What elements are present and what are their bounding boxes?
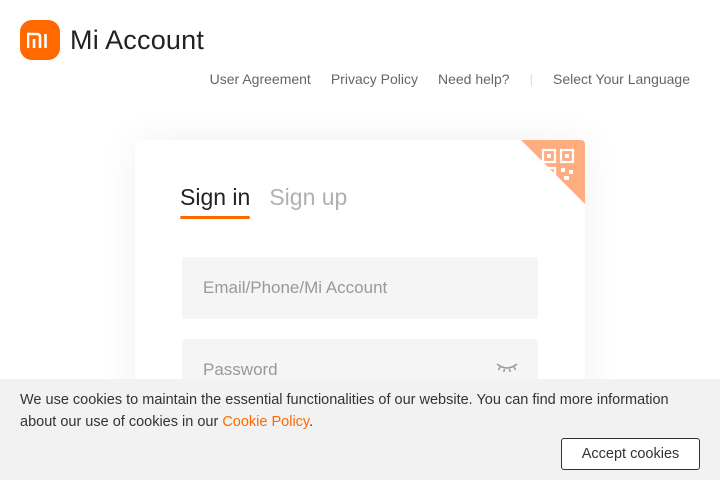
auth-tabs: Sign in Sign up xyxy=(180,184,347,219)
cookie-policy-link[interactable]: Cookie Policy xyxy=(222,414,309,430)
accept-cookies-button[interactable]: Accept cookies xyxy=(561,438,700,470)
nav-divider: | xyxy=(529,71,533,87)
account-input[interactable] xyxy=(182,257,538,319)
qr-code-icon xyxy=(541,148,575,182)
account-field xyxy=(182,257,538,319)
top-navigation: User Agreement Privacy Policy Need help?… xyxy=(210,71,690,87)
page-title: Mi Account xyxy=(70,24,205,55)
mi-logo-icon[interactable] xyxy=(20,20,60,60)
eye-closed-icon[interactable] xyxy=(496,361,518,375)
tab-sign-up[interactable]: Sign up xyxy=(269,184,347,211)
mi-account-login-page: Mi Account User Agreement Privacy Policy… xyxy=(0,0,720,480)
privacy-policy-link[interactable]: Privacy Policy xyxy=(331,71,418,87)
cookie-banner: We use cookies to maintain the essential… xyxy=(0,379,720,480)
language-selector[interactable]: Select Your Language xyxy=(553,71,690,87)
cookie-text: We use cookies to maintain the essential… xyxy=(20,392,669,430)
cookie-message: We use cookies to maintain the essential… xyxy=(20,389,700,433)
user-agreement-link[interactable]: User Agreement xyxy=(210,71,311,87)
tab-sign-in[interactable]: Sign in xyxy=(180,184,251,219)
cookie-text-end: . xyxy=(309,414,314,430)
qr-login-toggle[interactable] xyxy=(521,140,585,204)
need-help-link[interactable]: Need help? xyxy=(438,71,510,87)
brand-header: Mi Account xyxy=(20,20,204,60)
